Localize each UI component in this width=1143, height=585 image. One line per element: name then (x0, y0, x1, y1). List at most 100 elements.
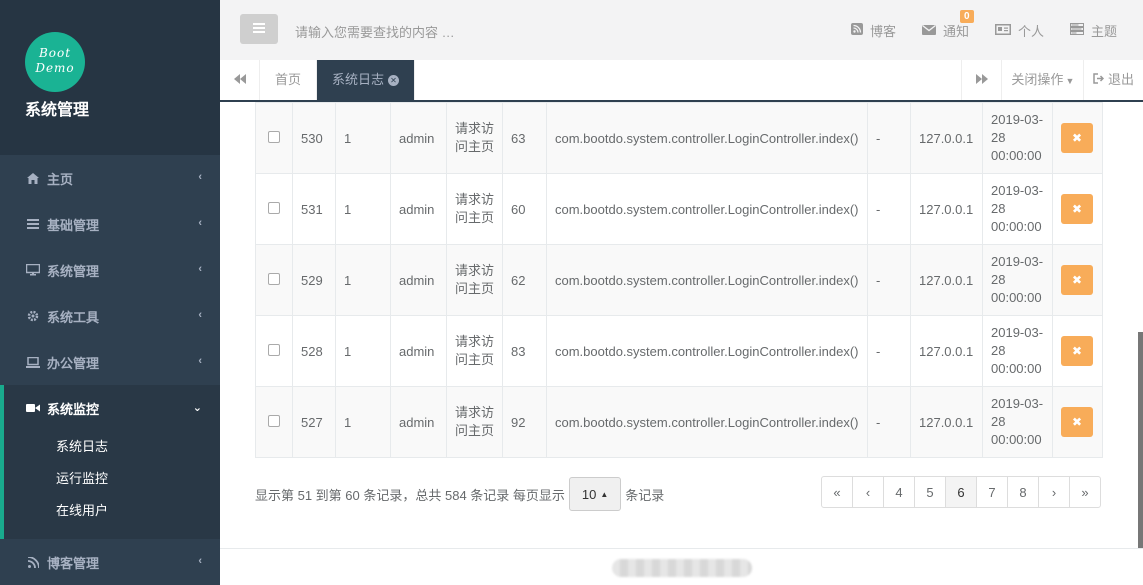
cell-operation: 请求访问主页 (446, 315, 503, 387)
cell-date-line: 00:00:00 (991, 219, 1042, 234)
sidebar-item-system[interactable]: 系统管理 ‹ (0, 247, 220, 293)
pagination: «‹ 4 5 6 7 8 ›» (821, 476, 1101, 508)
list-icon (25, 219, 41, 229)
cell-date-line: 28 (991, 201, 1006, 216)
theme-link[interactable]: 主题 (1069, 21, 1117, 40)
table-row: 529 1 admin 请求访问主页 62 com.bootdo.system.contr… (255, 244, 1103, 316)
sidebar-group-monitor: 系统监控 ⌄ 系统日志 运行监控 在线用户 (0, 385, 220, 539)
table-row: 527 1 admin 请求访问主页 92 com.bootdo.system.contr… (255, 386, 1103, 458)
tab-syslog[interactable]: 系统日志 ✕ (317, 60, 416, 100)
row-checkbox[interactable] (268, 272, 280, 285)
chevron-left-icon: ‹ (198, 171, 202, 183)
row-checkbox-cell (255, 173, 293, 245)
cell-date-line: 00:00:00 (991, 290, 1042, 305)
row-checkbox-cell (255, 386, 293, 458)
envelope-icon (921, 23, 936, 38)
caret-down-icon: ▼ (1065, 76, 1075, 86)
cell-actions: ✖ (1052, 102, 1103, 174)
tabs-scroll-right-button[interactable] (961, 60, 1001, 100)
table-row: 531 1 admin 请求访问主页 60 com.bootdo.system.contr… (255, 173, 1103, 245)
cell-date-line: 2019-03- (991, 396, 1044, 411)
close-icon: ✖ (1071, 131, 1083, 145)
delete-button[interactable]: ✖ (1061, 265, 1093, 295)
page-tabs: 首页 系统日志 ✕ 关闭操作 ▼ 退出 (220, 60, 1143, 102)
delete-button[interactable]: ✖ (1061, 407, 1093, 437)
cell-operation: 请求访问主页 (446, 173, 503, 245)
submenu-item-online-users[interactable]: 在线用户 (4, 495, 220, 527)
profile-link[interactable]: 个人 (994, 21, 1044, 40)
page-button[interactable]: › (1038, 476, 1070, 508)
cell-username: admin (390, 102, 447, 174)
theme-link-label: 主题 (1090, 23, 1117, 39)
page-button[interactable]: ‹ (852, 476, 884, 508)
cell-time: 63 (502, 102, 547, 174)
logout-label: 退出 (1107, 72, 1134, 87)
submenu: 系统日志 运行监控 在线用户 (4, 431, 220, 539)
cell-date-line: 28 (991, 272, 1006, 287)
sidebar-toggle-button[interactable] (240, 14, 278, 44)
close-operations-dropdown[interactable]: 关闭操作 ▼ (1001, 60, 1083, 100)
cell-username: admin (390, 173, 447, 245)
sidebar-item-tools[interactable]: 系统工具 ‹ (0, 293, 220, 339)
cell-actions: ✖ (1052, 315, 1103, 387)
cell-actions: ✖ (1052, 386, 1103, 458)
page-size-value: 10 (581, 486, 597, 502)
logo: Boot Demo (25, 32, 85, 92)
page-button[interactable]: « (821, 476, 853, 508)
pager-info-suffix: 条记录 (625, 487, 665, 503)
cell-date: 2019-03- 28 00:00:00 (982, 173, 1053, 245)
sign-out-icon (1093, 72, 1108, 87)
cell-params: - (867, 386, 911, 458)
delete-button[interactable]: ✖ (1061, 123, 1093, 153)
sidebar-item-office[interactable]: 办公管理 ‹ (0, 339, 220, 385)
page-button[interactable]: 4 (883, 476, 915, 508)
cell-username: admin (390, 315, 447, 387)
tabs-spacer (415, 60, 961, 100)
cell-method: com.bootdo.system.controller.LoginContro… (546, 102, 868, 174)
cell-date-line: 00:00:00 (991, 361, 1042, 376)
row-checkbox[interactable] (268, 130, 280, 143)
sidebar-item-label: 基础管理 (47, 217, 100, 233)
chevron-left-icon: ‹ (198, 355, 202, 367)
cell-operation: 请求访问主页 (446, 386, 503, 458)
submenu-item-runtime[interactable]: 运行监控 (4, 463, 220, 495)
page-button[interactable]: 7 (976, 476, 1008, 508)
logout-button[interactable]: 退出 (1083, 60, 1143, 100)
cell-user-id: 1 (335, 102, 391, 174)
delete-button[interactable]: ✖ (1061, 194, 1093, 224)
close-icon[interactable]: ✕ (388, 75, 400, 87)
delete-button[interactable]: ✖ (1061, 336, 1093, 366)
submenu-item-syslog[interactable]: 系统日志 (4, 431, 220, 463)
notification-link[interactable]: 通知 0 (921, 9, 974, 40)
sidebar-item-blog[interactable]: 博客管理 ‹ (0, 539, 220, 585)
page-size-select[interactable]: 10 ▲ (568, 477, 622, 511)
cell-date: 2019-03- 28 00:00:00 (982, 244, 1053, 316)
page-button[interactable]: 5 (914, 476, 946, 508)
scrollbar[interactable] (1138, 332, 1143, 548)
cell-user-id: 1 (335, 315, 391, 387)
forward-icon (975, 73, 988, 87)
row-checkbox[interactable] (268, 414, 280, 427)
chevron-left-icon: ‹ (198, 263, 202, 275)
row-checkbox[interactable] (268, 343, 280, 356)
sidebar-item-label: 系统工具 (47, 309, 100, 325)
cell-username: admin (390, 244, 447, 316)
sidebar-item-home[interactable]: 主页 ‹ (0, 155, 220, 201)
cell-time: 83 (502, 315, 547, 387)
tabs-scroll-left-button[interactable] (220, 60, 260, 100)
hamburger-icon (253, 20, 265, 38)
blog-link[interactable]: 博客 (850, 21, 896, 40)
home-icon (25, 172, 41, 184)
search-input[interactable]: 请输入您需要查找的内容 … (295, 22, 455, 41)
cell-ip: 127.0.0.1 (910, 315, 983, 387)
tab-home[interactable]: 首页 (260, 60, 318, 100)
top-links: 博客 通知 0 个人 主题 (850, 0, 1143, 60)
tasks-icon (1069, 22, 1084, 38)
row-checkbox[interactable] (268, 201, 280, 214)
page-button[interactable]: 6 (945, 476, 977, 508)
sidebar-item-basic[interactable]: 基础管理 ‹ (0, 201, 220, 247)
sidebar-item-monitor[interactable]: 系统监控 ⌄ (4, 385, 220, 431)
sidebar-item-label: 主页 (47, 171, 74, 187)
page-button[interactable]: » (1069, 476, 1101, 508)
page-button[interactable]: 8 (1007, 476, 1039, 508)
